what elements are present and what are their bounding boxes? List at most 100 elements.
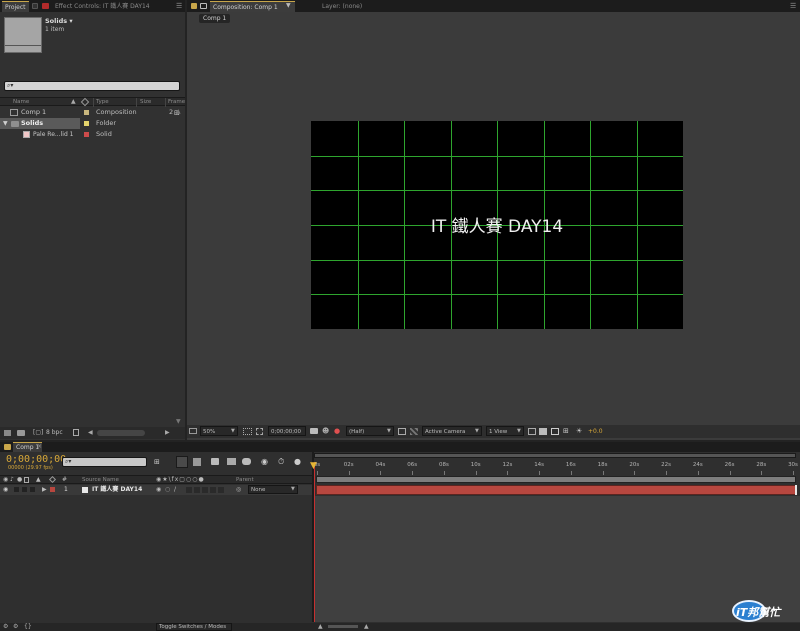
column-parent[interactable]: Parent	[236, 476, 254, 485]
thumbnail-name[interactable]: Solids ▾	[45, 17, 73, 25]
safe-zones-icon[interactable]	[243, 428, 252, 435]
frame-blending-icon[interactable]	[227, 458, 236, 465]
label-column-icon[interactable]	[80, 97, 90, 107]
camera-select[interactable]: Active Camera	[422, 426, 482, 436]
scroll-down-icon[interactable]: ▼	[176, 418, 181, 425]
layer-name[interactable]: IT 鐵人賽 DAY14	[92, 485, 142, 495]
lock-icon[interactable]	[24, 477, 29, 483]
transfer-controls-icon[interactable]: ⚙	[13, 623, 18, 630]
layer-switches-icon[interactable]: ⚙	[3, 623, 8, 630]
exposure-value[interactable]: +0.0	[588, 428, 603, 435]
layer-number-icon[interactable]: #	[62, 476, 67, 483]
chevron-down-icon[interactable]: ▼	[387, 428, 391, 434]
canvas-text-layer[interactable]: IT 鐵人賽 DAY14	[311, 212, 683, 237]
column-name[interactable]: Name	[13, 98, 29, 107]
label-swatch[interactable]	[84, 132, 89, 137]
shy-switch[interactable]: ◉	[156, 486, 161, 493]
motion-blur-icon[interactable]	[242, 458, 251, 465]
composition-canvas[interactable]: IT 鐵人賽 DAY14	[311, 121, 683, 329]
brainstorm-icon[interactable]: ◉	[261, 457, 268, 466]
timeline-icon[interactable]	[551, 428, 559, 435]
video-icon[interactable]: ◉	[3, 476, 8, 483]
expand-arrow-icon[interactable]: ▶	[42, 486, 47, 493]
scroll-right-icon[interactable]: ▶	[165, 429, 170, 436]
toggle-pixel-aspect-icon[interactable]	[528, 428, 536, 435]
chevron-down-icon[interactable]: ▼	[286, 2, 291, 9]
tab-effect-controls[interactable]: Effect Controls: IT 鐵人賽 DAY14	[52, 1, 162, 12]
effect-switches[interactable]	[186, 487, 226, 493]
transparency-grid-icon[interactable]	[410, 428, 418, 435]
solo-toggle[interactable]	[22, 487, 27, 492]
parent-pickwhip-icon[interactable]: ◎	[236, 486, 241, 493]
tab-composition[interactable]: Composition: Comp 1	[210, 1, 295, 12]
column-size[interactable]: Size	[140, 98, 151, 107]
eye-icon[interactable]: ◉	[3, 486, 8, 493]
scroll-left-icon[interactable]: ◀	[88, 429, 93, 436]
chevron-down-icon[interactable]: ▼	[231, 428, 235, 434]
comp-mini-flowchart-icon[interactable]: ⊞	[154, 458, 160, 466]
new-composition-icon[interactable]: [▢]	[33, 429, 43, 436]
switches-icons[interactable]: ◉★\fx▢○○●	[156, 476, 205, 483]
shy-layers-icon[interactable]	[211, 458, 219, 465]
auto-keyframe-icon[interactable]: ⏱	[278, 457, 284, 467]
timeline-timecode[interactable]: 0;00;00;00	[6, 454, 66, 465]
zoom-out-icon[interactable]: ▲	[318, 623, 323, 630]
zoom-in-icon[interactable]: ▲	[364, 623, 369, 630]
flowchart-icon[interactable]: ⊞	[563, 427, 569, 435]
label-tag-icon[interactable]: ▲	[71, 98, 76, 105]
lock-toggle[interactable]	[30, 487, 35, 492]
interpret-footage-icon[interactable]	[4, 430, 11, 436]
current-time-field[interactable]: 0;00;00;00	[268, 426, 306, 436]
list-item[interactable]: ▼ Solids Folder	[0, 118, 185, 129]
show-snapshot-icon[interactable]: ☻	[322, 427, 329, 435]
chevron-down-icon[interactable]: ▼	[517, 428, 521, 434]
camera-icon[interactable]	[310, 428, 318, 434]
playhead-icon[interactable]: ▼	[310, 462, 317, 471]
list-item[interactable]: Pale Re...lid 1 Solid	[0, 129, 185, 140]
audio-icon[interactable]: ♪	[10, 476, 14, 483]
layer-end-marker[interactable]	[795, 485, 797, 495]
column-source-name[interactable]: Source Name	[82, 476, 119, 485]
comp-subtab[interactable]: Comp 1	[199, 14, 231, 23]
fast-previews-icon[interactable]	[539, 428, 547, 435]
tab-layer[interactable]: Layer: (none)	[319, 1, 365, 12]
chevron-down-icon[interactable]: ▼	[475, 428, 479, 434]
layer-label-swatch[interactable]	[50, 487, 55, 492]
graph-editor-icon[interactable]: ●	[294, 457, 301, 466]
label-column-icon[interactable]	[48, 475, 57, 484]
scroll-up-icon[interactable]: ▲	[176, 108, 181, 115]
panel-menu-icon[interactable]: ☰	[176, 2, 182, 10]
panel-menu-icon[interactable]: ☰	[790, 2, 796, 10]
label-swatch[interactable]	[84, 121, 89, 126]
exposure-icon[interactable]: ☀	[576, 427, 582, 435]
toggle-switches-modes-button[interactable]: Toggle Switches / Modes	[156, 623, 232, 631]
audio-toggle[interactable]	[14, 487, 19, 492]
mask-icon[interactable]	[256, 428, 263, 435]
current-time-indicator[interactable]	[314, 462, 315, 622]
timeline-search-input[interactable]: ⌕▾	[62, 457, 147, 467]
project-search-input[interactable]: ⌕▾	[4, 81, 180, 91]
list-item[interactable]: Comp 1 Composition 2 ⊞	[0, 107, 185, 118]
close-icon[interactable]: ×	[37, 443, 42, 450]
zoom-slider[interactable]	[328, 625, 358, 628]
work-area-bar[interactable]	[316, 476, 796, 483]
table-row[interactable]: ◉ ▶ 1 IT 鐵人賽 DAY14 ◉ ○ / ◎ None ▼	[0, 485, 312, 495]
label-swatch[interactable]	[84, 110, 89, 115]
column-type[interactable]: Type	[96, 98, 109, 107]
quality-switch[interactable]: /	[174, 486, 176, 493]
draft-3d-icon[interactable]	[193, 458, 201, 466]
expand-arrow-icon[interactable]: ▼	[3, 118, 8, 129]
solo-icon[interactable]: ●	[17, 476, 22, 483]
new-folder-icon[interactable]	[17, 430, 25, 436]
layer-duration-bar[interactable]	[316, 485, 796, 495]
live-update-icon[interactable]	[176, 456, 188, 468]
close-icon[interactable]	[32, 3, 38, 9]
horizontal-scrollbar[interactable]	[97, 430, 145, 436]
lock-icon[interactable]	[191, 3, 197, 9]
in-out-icon[interactable]: {}	[24, 623, 32, 630]
trash-icon[interactable]	[73, 429, 79, 436]
always-preview-icon[interactable]	[189, 428, 197, 434]
column-frame[interactable]: Frame	[168, 98, 185, 107]
tab-project[interactable]: Project	[2, 1, 29, 12]
bpc-label[interactable]: 8 bpc	[46, 429, 63, 436]
